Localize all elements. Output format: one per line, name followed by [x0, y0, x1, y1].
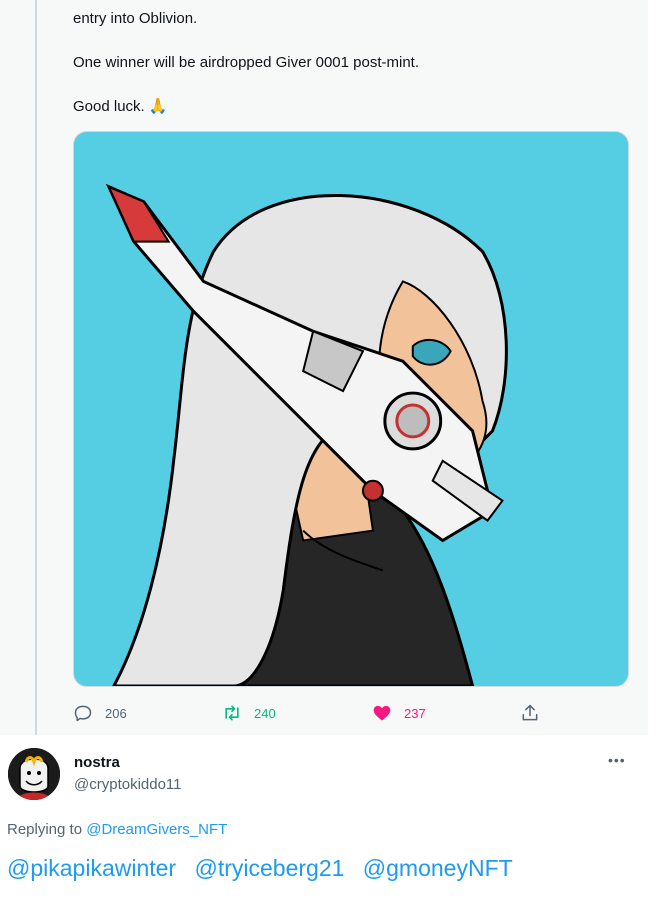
- tweet-text-line-1: entry into Oblivion.: [73, 10, 198, 27]
- mention-link[interactable]: @gmoneyNFT: [363, 855, 513, 881]
- reply-body: @pikapikawinter @tryiceberg21 @gmoneyNFT: [7, 855, 525, 882]
- replying-to: Replying to @DreamGivers_NFT: [7, 821, 227, 838]
- good-luck-text: Good luck.: [73, 98, 145, 115]
- reply-count: 206: [105, 705, 127, 721]
- tweet-text-line-2: One winner will be airdropped Giver 0001…: [73, 54, 420, 71]
- like-button[interactable]: 237: [372, 701, 426, 725]
- replying-to-label: Replying to: [7, 821, 87, 838]
- thread-line: [35, 0, 37, 735]
- avatar[interactable]: [8, 748, 60, 800]
- like-count: 237: [404, 705, 426, 721]
- share-icon: [522, 704, 538, 721]
- mention-link[interactable]: @pikapikawinter: [7, 855, 176, 881]
- retweet-count: 240: [254, 705, 276, 721]
- reply-button[interactable]: 206: [73, 701, 127, 725]
- tweet-image[interactable]: [73, 131, 629, 687]
- reply-icon: [74, 705, 92, 722]
- pray-emoji: 🙏: [148, 98, 168, 115]
- retweet-button[interactable]: 240: [222, 701, 276, 725]
- tweet-text-line-3: Good luck. 🙏: [73, 97, 168, 117]
- more-icon[interactable]: •••: [608, 752, 632, 772]
- retweet-icon: [225, 705, 239, 721]
- handle[interactable]: @cryptokiddo11: [74, 776, 182, 793]
- mention-link[interactable]: @tryiceberg21: [194, 855, 344, 881]
- replying-to-link[interactable]: @DreamGivers_NFT: [86, 821, 227, 838]
- share-button[interactable]: [520, 701, 540, 725]
- display-name[interactable]: nostra: [74, 754, 120, 771]
- heart-icon: [373, 705, 391, 721]
